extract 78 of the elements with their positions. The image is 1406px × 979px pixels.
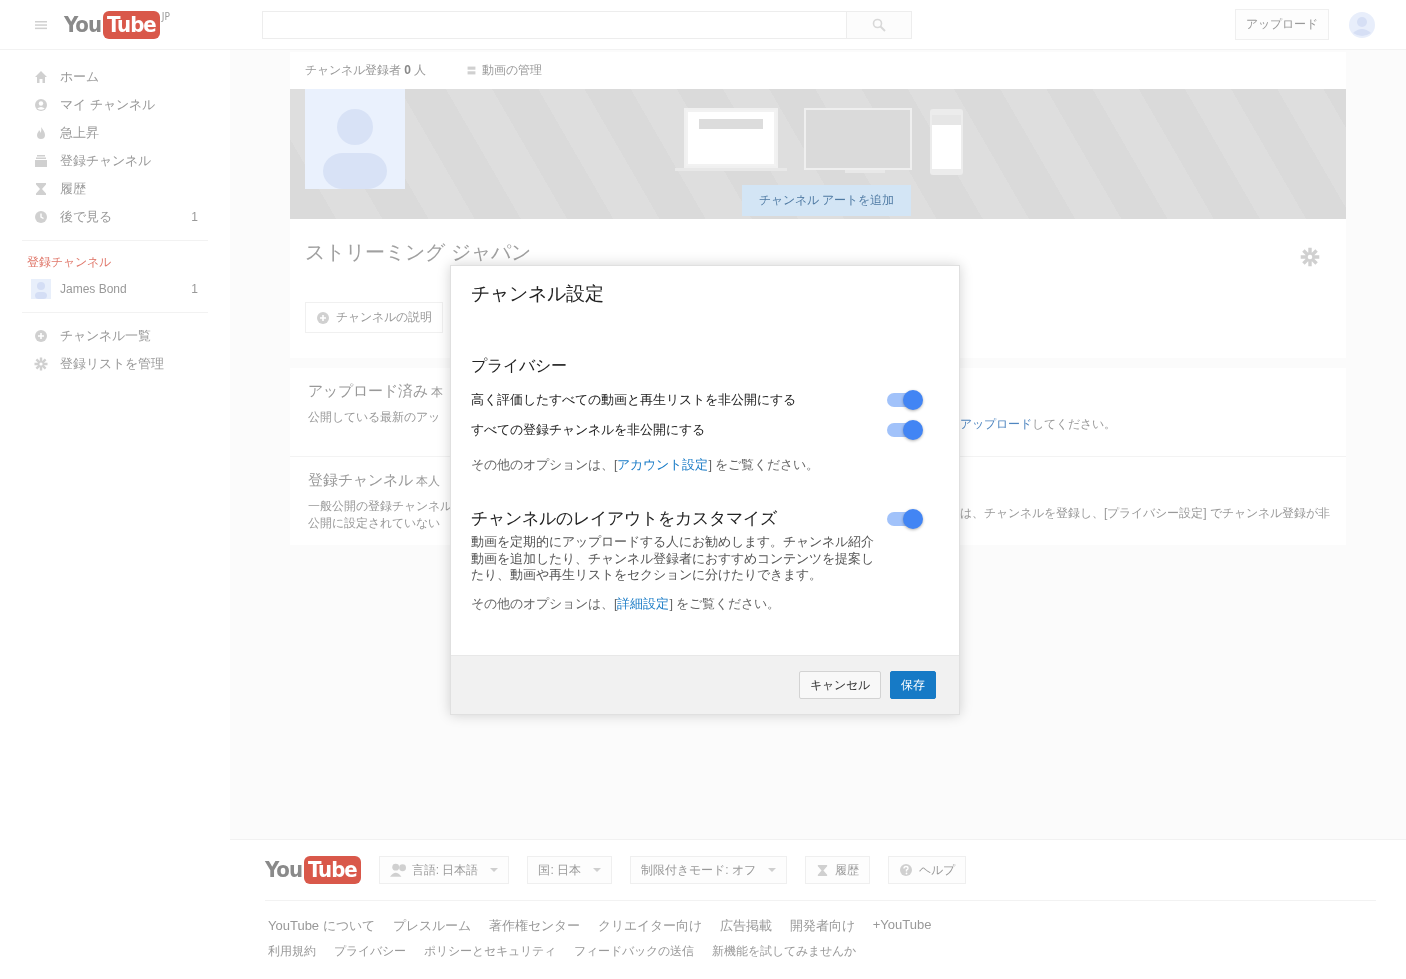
footer-button[interactable]: 履歴 bbox=[804, 856, 870, 884]
search-button[interactable] bbox=[846, 10, 912, 39]
footer-link[interactable]: プライバシー bbox=[334, 943, 406, 960]
section-text: アップロード してください。 bbox=[960, 416, 1116, 433]
subscription-item[interactable]: James Bond 1 bbox=[0, 275, 230, 303]
footer-link[interactable]: YouTube について bbox=[268, 917, 375, 935]
toggle-switch[interactable] bbox=[887, 509, 923, 529]
footer-link[interactable]: 著作権センター bbox=[488, 917, 580, 935]
footer-button[interactable]: ヘルプ bbox=[887, 856, 966, 884]
toggle-switch[interactable] bbox=[887, 390, 923, 410]
settings-icon bbox=[34, 357, 48, 371]
upload-link[interactable]: アップロード bbox=[960, 417, 1032, 431]
sidebar-item[interactable]: マイ チャンネル bbox=[0, 91, 230, 119]
toggle-switch[interactable] bbox=[887, 420, 923, 440]
footer-button[interactable]: 国: 日本 bbox=[527, 856, 613, 884]
sidebar-item[interactable]: 登録リストを管理 bbox=[0, 350, 230, 378]
advanced-settings-link[interactable]: 詳細設定 bbox=[617, 596, 670, 611]
footer-button[interactable]: 言語: 日本語 bbox=[378, 856, 510, 884]
toggle-label: 高く評価したすべての動画と再生リストを非公開にする bbox=[471, 391, 796, 409]
section-description: 動画を定期的にアップロードする人にお勧めします。チャンネル紹介動画を追加したり、チャンネル登録者におすすめコンテンツを提案したり、動画や再生リストをセクションに分けたりできます。 bbox=[471, 534, 875, 584]
section-note: 本人 bbox=[416, 474, 440, 488]
sidebar-item[interactable]: 後で見る 1 bbox=[0, 203, 230, 231]
channel-avatar-icon[interactable] bbox=[305, 89, 405, 189]
sidebar-item[interactable]: ホーム bbox=[0, 63, 230, 91]
avatar-icon bbox=[31, 279, 51, 299]
footer-link[interactable]: クリエイター向け bbox=[597, 917, 702, 935]
add-channel-art-button[interactable]: チャンネル アートを追加 bbox=[742, 185, 912, 216]
video-list-icon bbox=[466, 65, 478, 76]
section-heading: プライバシー bbox=[471, 356, 568, 376]
channel-name: ストリーミング ジャパン bbox=[305, 240, 531, 265]
footer-link[interactable]: 広告掲載 bbox=[719, 917, 772, 935]
section-note: 本 bbox=[431, 385, 443, 399]
footer-link[interactable]: 新機能を試してみませんか bbox=[712, 943, 856, 960]
home-icon bbox=[34, 70, 48, 84]
hourglass-icon bbox=[815, 863, 829, 877]
options-note: その他のオプションは、[アカウント設定] をご覧ください。 bbox=[471, 457, 821, 474]
stack-icon bbox=[34, 154, 48, 168]
footer-link[interactable]: 利用規約 bbox=[268, 943, 316, 960]
footer-link[interactable]: ポリシーとセキュリティ bbox=[424, 943, 556, 960]
footer-link[interactable]: プレスルーム bbox=[392, 917, 471, 935]
search-icon bbox=[871, 17, 886, 32]
cancel-button[interactable]: キャンセル bbox=[799, 671, 881, 699]
subscriber-count: チャンネル登録者 0 人 bbox=[305, 62, 427, 79]
clock-icon bbox=[34, 210, 48, 224]
dialog-title: チャンネル設定 bbox=[471, 282, 605, 306]
help-icon bbox=[898, 863, 913, 877]
profile-icon bbox=[34, 98, 48, 112]
footer-button[interactable]: 制限付きモード: オフ bbox=[630, 856, 787, 884]
sidebar-item[interactable]: 登録チャンネル bbox=[0, 147, 230, 175]
upload-button[interactable]: アップロード bbox=[1235, 9, 1329, 40]
add-icon bbox=[34, 329, 48, 343]
flame-icon bbox=[34, 126, 48, 140]
people-icon bbox=[389, 862, 406, 878]
caret-icon bbox=[767, 868, 776, 872]
sidebar-item[interactable]: 急上昇 bbox=[0, 119, 230, 147]
hourglass-icon bbox=[34, 182, 48, 196]
save-button[interactable]: 保存 bbox=[890, 671, 936, 699]
section-title: 登録チャンネル bbox=[308, 471, 413, 488]
caret-icon bbox=[593, 868, 602, 872]
avatar-icon[interactable] bbox=[1349, 11, 1375, 38]
add-icon bbox=[316, 310, 330, 325]
manage-videos-link[interactable]: 動画の管理 bbox=[466, 62, 543, 79]
section-heading: チャンネルのレイアウトをカスタマイズ bbox=[471, 508, 778, 530]
caret-icon bbox=[490, 868, 499, 872]
section-title: アップロード済み bbox=[308, 382, 428, 399]
section-text: は、チャンネルを登録し、[プライバシー設定] でチャンネル登録が非 bbox=[960, 505, 1330, 522]
footer-link[interactable]: +YouTube bbox=[872, 917, 932, 935]
sidebar-item[interactable]: 履歴 bbox=[0, 175, 230, 203]
settings-icon bbox=[1300, 247, 1320, 267]
channel-description-button[interactable]: チャンネルの説明 bbox=[305, 302, 443, 333]
section-title: 登録チャンネル bbox=[26, 254, 112, 271]
account-settings-link[interactable]: アカウント設定 bbox=[617, 458, 709, 472]
toggle-label: すべての登録チャンネルを非公開にする bbox=[471, 421, 705, 439]
options-note: その他のオプションは、[詳細設定] をご覧ください。 bbox=[471, 595, 782, 613]
footer-link[interactable]: 開発者向け bbox=[789, 917, 855, 935]
section-text: 公開に設定されていない bbox=[308, 515, 441, 532]
footer-link[interactable]: フィードバックの送信 bbox=[574, 943, 694, 960]
section-text: 公開している最新のアッ bbox=[308, 409, 441, 426]
